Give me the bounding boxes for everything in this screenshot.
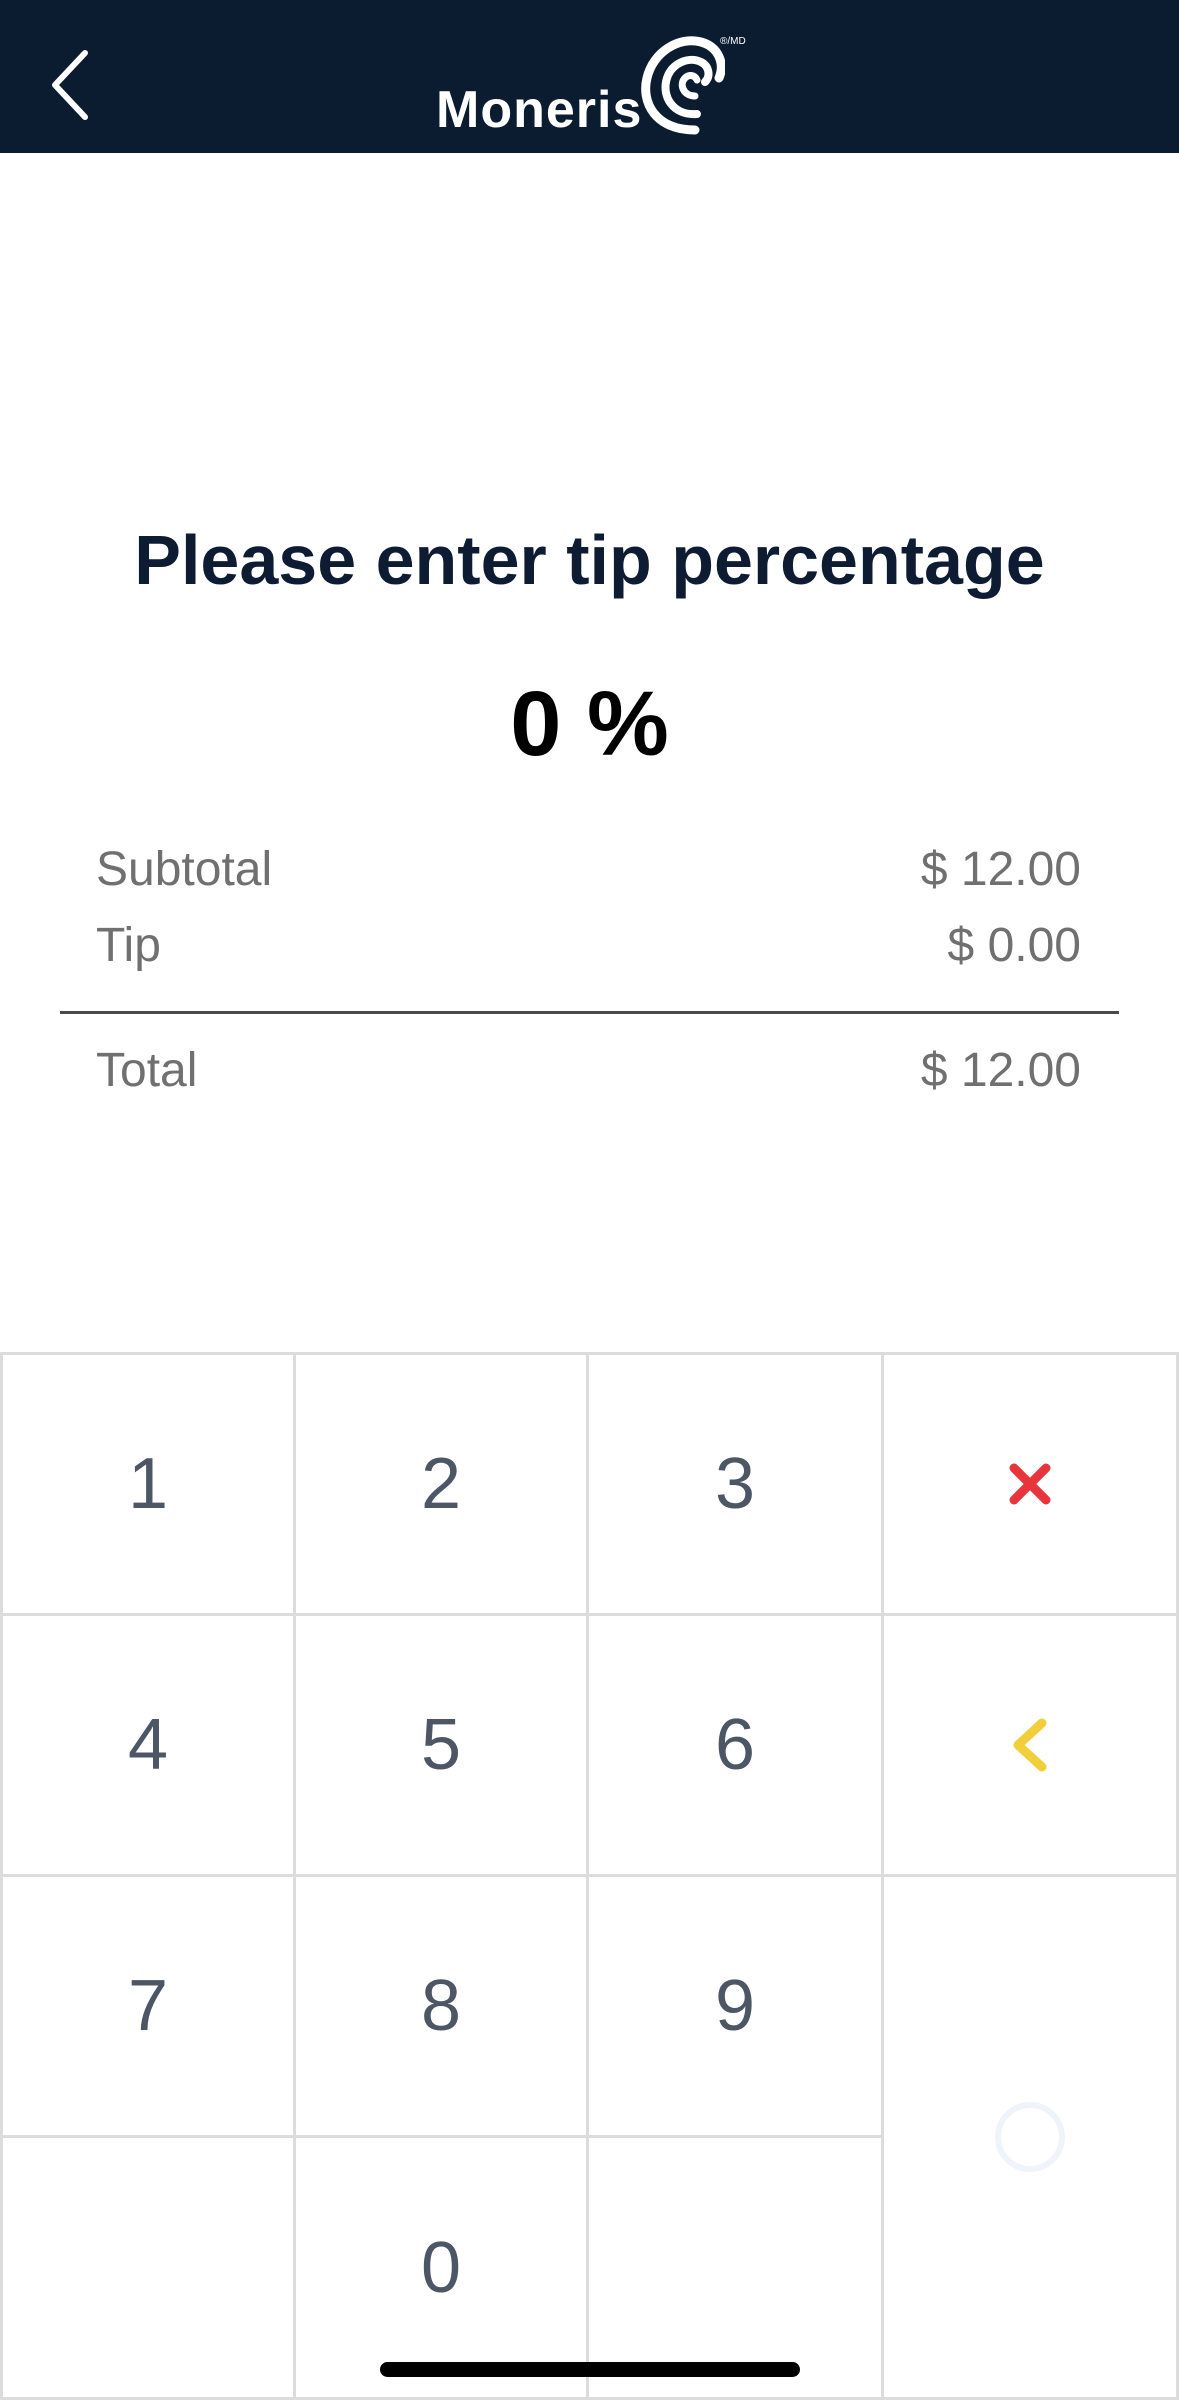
registered-mark: ®/MD	[720, 36, 746, 47]
logo-text: Moneris	[436, 81, 643, 139]
confirm-button[interactable]	[881, 1874, 1179, 2400]
close-icon	[1009, 1463, 1051, 1505]
key-8[interactable]: 8	[293, 1874, 589, 2138]
chevron-left-icon	[52, 50, 88, 120]
subtotal-label: Subtotal	[96, 843, 273, 896]
subtotal-value: $ 12.00	[920, 843, 1081, 896]
empty-key	[586, 2135, 884, 2400]
swirl-logo-icon	[641, 36, 725, 135]
key-7[interactable]: 7	[0, 1874, 296, 2138]
circle-icon	[995, 2102, 1065, 2172]
key-5[interactable]: 5	[293, 1613, 589, 1877]
total-row: Total $ 12.00	[96, 1043, 1081, 1098]
tip-row: Tip $ 0.00	[96, 918, 1081, 973]
key-6[interactable]: 6	[586, 1613, 884, 1877]
subtotal-row: Subtotal $ 12.00	[96, 842, 1081, 897]
total-value: $ 12.00	[920, 1044, 1081, 1097]
numeric-keypad: 1 2 3 4 5 6 7 8 9 0	[0, 1352, 1179, 2400]
page-title: Please enter tip percentage	[134, 521, 1045, 599]
clear-button[interactable]	[881, 1352, 1179, 1616]
key-3[interactable]: 3	[586, 1352, 884, 1616]
top-bar: Moneris ®/MD	[0, 0, 1179, 153]
tip-percentage-display: 0 %	[510, 673, 669, 775]
empty-key	[0, 2135, 296, 2400]
home-indicator[interactable]	[380, 2362, 800, 2377]
key-0[interactable]: 0	[293, 2135, 589, 2400]
chevron-left-icon	[1013, 1718, 1047, 1772]
back-button[interactable]	[30, 40, 110, 130]
key-4[interactable]: 4	[0, 1613, 296, 1877]
tip-label: Tip	[96, 919, 161, 972]
tip-value: $ 0.00	[947, 919, 1081, 972]
key-1[interactable]: 1	[0, 1352, 296, 1616]
total-label: Total	[96, 1044, 198, 1097]
backspace-button[interactable]	[881, 1613, 1179, 1877]
moneris-logo: Moneris ®/MD	[430, 30, 760, 140]
key-2[interactable]: 2	[293, 1352, 589, 1616]
summary-divider	[60, 1011, 1119, 1014]
key-9[interactable]: 9	[586, 1874, 884, 2138]
